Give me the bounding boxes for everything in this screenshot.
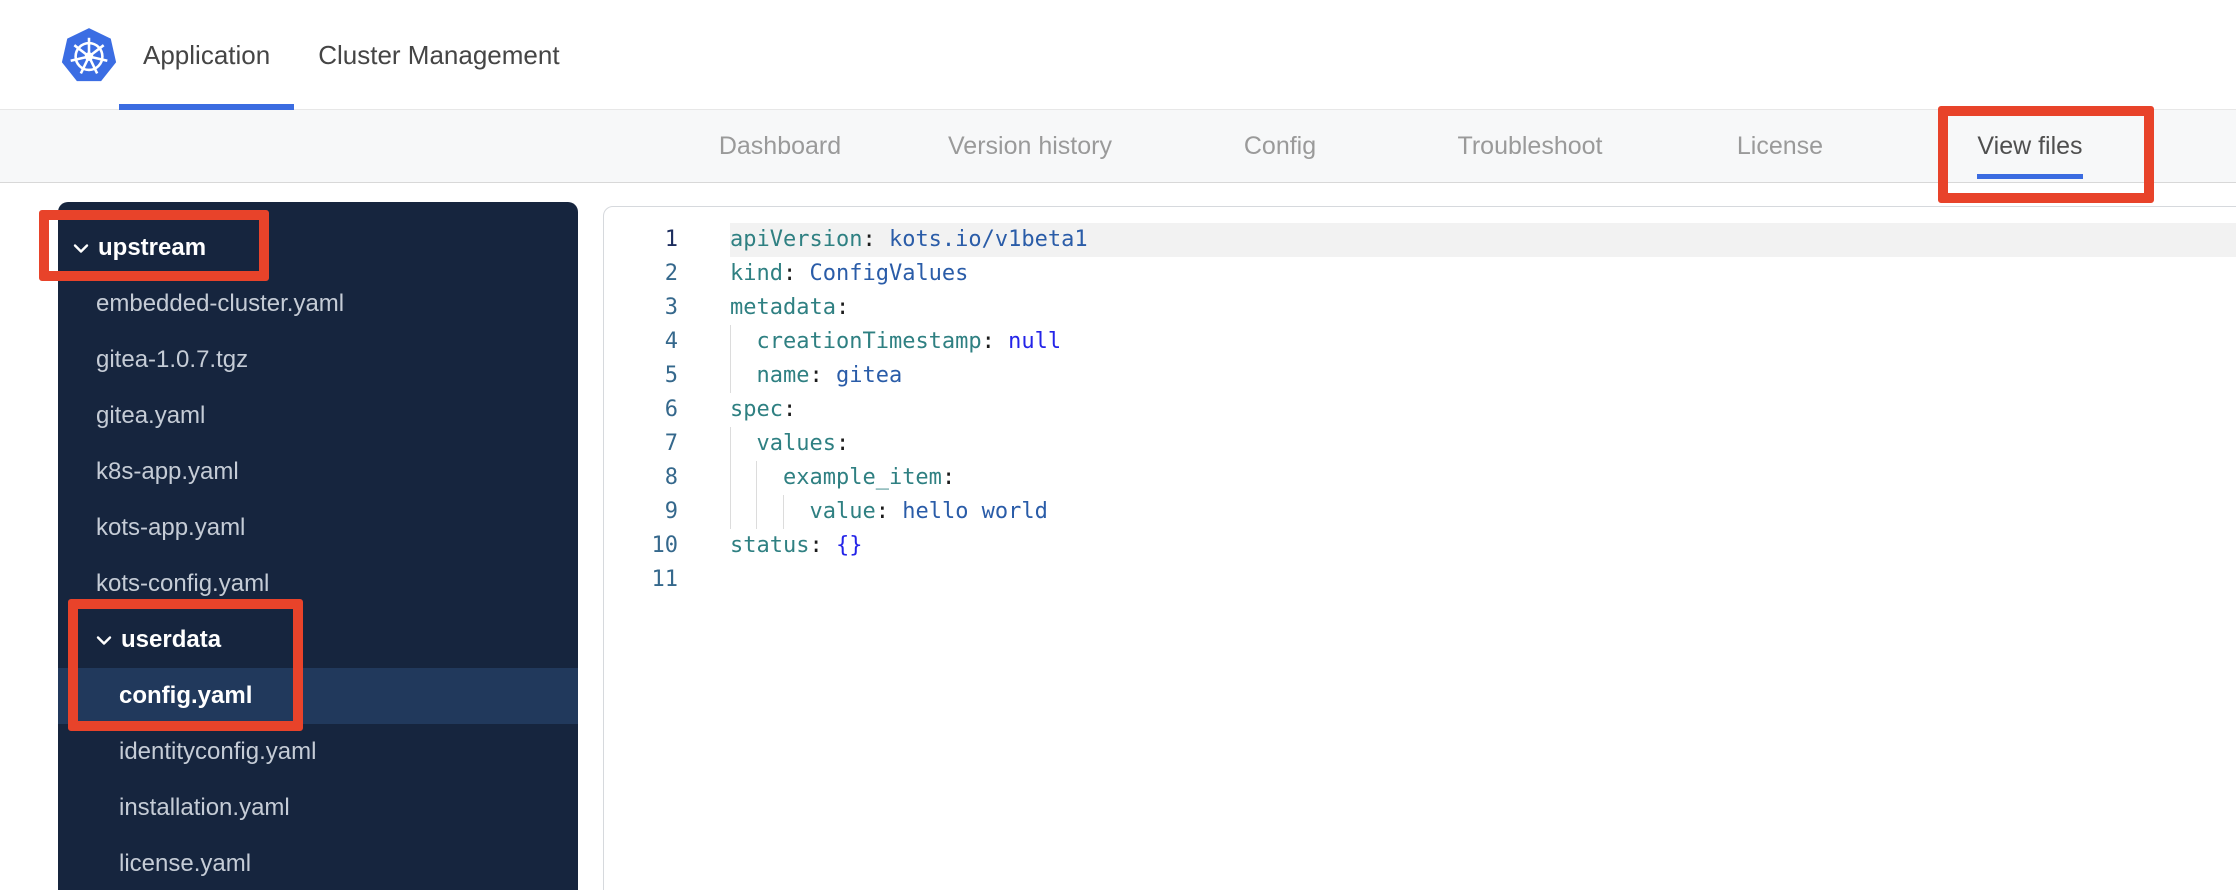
line-number: 6: [664, 397, 678, 422]
chevron-down-icon: [96, 635, 112, 646]
code-text: creationTimestamp: null: [730, 325, 2236, 359]
tree-item-label: gitea-1.0.7.tgz: [96, 346, 249, 373]
code-text: status: {}: [730, 533, 863, 558]
code-line-3: 3 metadata:: [604, 291, 2236, 325]
tree-folder-upstream[interactable]: upstream: [58, 220, 578, 276]
subnav-items: Dashboard Version history Config Trouble…: [655, 110, 2155, 183]
tab-application[interactable]: Application: [119, 0, 295, 110]
code-line-11: 11: [604, 563, 2236, 597]
tree-file-gitea-1.0.7.tgz[interactable]: gitea-1.0.7.tgz: [58, 332, 578, 388]
code-text: name: gitea: [730, 359, 2236, 393]
header-tabs: Application Cluster Management: [119, 0, 584, 110]
code-text: apiVersion: kots.io/v1beta1: [730, 223, 2236, 257]
tree-file-embedded-cluster.yaml[interactable]: embedded-cluster.yaml: [58, 276, 578, 332]
code-line-7: 7 values:: [604, 427, 2236, 461]
line-number: 3: [664, 295, 678, 320]
indent-guide: [730, 359, 731, 393]
tree-item-label: installation.yaml: [119, 794, 290, 821]
tab-application-label: Application: [143, 39, 271, 70]
code-line-6: 6 spec:: [604, 393, 2236, 427]
line-number: 1: [664, 227, 678, 252]
tree-item-label: k8s-app.yaml: [96, 458, 239, 485]
indent-guide: [730, 495, 731, 529]
tree-item-label: gitea.yaml: [96, 402, 206, 429]
indent-guide: [782, 495, 784, 529]
indent-guide: [756, 461, 758, 495]
code-text: example_item:: [730, 461, 2236, 495]
line-number: 10: [651, 533, 679, 558]
subnav-dashboard[interactable]: Dashboard: [655, 132, 905, 161]
tree-file-identityconfig.yaml[interactable]: identityconfig.yaml: [58, 724, 578, 780]
subnav-view-files[interactable]: View files: [1905, 132, 2155, 179]
code-line-1: 1 apiVersion: kots.io/v1beta1: [604, 223, 2236, 257]
tree-item-label: identityconfig.yaml: [119, 738, 317, 765]
tree-file-gitea.yaml[interactable]: gitea.yaml: [58, 388, 578, 444]
yaml-file-viewer[interactable]: 1 apiVersion: kots.io/v1beta1 2 kind: Confi…: [603, 206, 2236, 890]
code-line-2: 2 kind: ConfigValues: [604, 257, 2236, 291]
subnav-version-history[interactable]: Version history: [905, 132, 1155, 161]
code-line-5: 5 name: gitea: [604, 359, 2236, 393]
kubernetes-logo-icon[interactable]: [60, 26, 118, 86]
tree-item-label: kots-app.yaml: [96, 514, 246, 541]
file-tree: upstream embedded-cluster.yaml gitea-1.0.7…: [58, 220, 578, 890]
code-text: values:: [730, 427, 2236, 461]
tab-cluster-management-label: Cluster Management: [318, 39, 560, 70]
subnav-license[interactable]: License: [1655, 132, 1905, 161]
tree-file-config.yaml[interactable]: config.yaml: [58, 668, 578, 724]
tree-file-installation.yaml[interactable]: installation.yaml: [58, 780, 578, 836]
indent-guide: [730, 427, 731, 461]
code-text: metadata:: [730, 295, 850, 320]
app-subnav: Dashboard Version history Config Trouble…: [0, 110, 2236, 183]
header-bar: Application Cluster Management: [0, 0, 2236, 110]
tree-item-label: config.yaml: [119, 682, 253, 709]
code-text: value: hello world: [730, 495, 2236, 529]
line-number: 11: [651, 567, 679, 592]
code-text: spec:: [730, 397, 797, 422]
tree-file-license.yaml[interactable]: license.yaml: [58, 836, 578, 890]
line-number: 5: [664, 363, 678, 388]
line-number: 8: [664, 465, 678, 490]
tree-item-label: embedded-cluster.yaml: [96, 290, 345, 317]
line-number: 9: [664, 499, 678, 524]
subnav-config[interactable]: Config: [1155, 132, 1405, 161]
tree-file-kots-config.yaml[interactable]: kots-config.yaml: [58, 556, 578, 612]
tree-file-k8s-app.yaml[interactable]: k8s-app.yaml: [58, 444, 578, 500]
tree-folder-userdata[interactable]: userdata: [58, 612, 578, 668]
kots-admin-console: Application Cluster Management Dashboard…: [0, 0, 2236, 890]
code-line-9: 9 value: hello world: [604, 495, 2236, 529]
chevron-down-icon: [73, 243, 89, 254]
indent-guide: [730, 461, 731, 495]
indent-guide: [730, 325, 731, 359]
tree-item-label: license.yaml: [119, 850, 252, 877]
tab-cluster-management[interactable]: Cluster Management: [294, 0, 583, 110]
line-number: 4: [664, 329, 678, 354]
code-line-4: 4 creationTimestamp: null: [604, 325, 2236, 359]
code-line-10: 10 status: {}: [604, 529, 2236, 563]
code-lines: 1 apiVersion: kots.io/v1beta1 2 kind: Confi…: [604, 223, 2236, 597]
tree-item-label: kots-config.yaml: [96, 570, 270, 597]
code-text: kind: ConfigValues: [730, 261, 969, 286]
line-number: 7: [664, 431, 678, 456]
line-number: 2: [664, 261, 678, 286]
indent-guide: [756, 495, 758, 529]
tree-file-kots-app.yaml[interactable]: kots-app.yaml: [58, 500, 578, 556]
tree-item-label: upstream: [98, 234, 207, 261]
file-tree-sidebar: upstream embedded-cluster.yaml gitea-1.0.7…: [58, 202, 578, 890]
subnav-troubleshoot[interactable]: Troubleshoot: [1405, 132, 1655, 161]
code-line-8: 8 example_item:: [604, 461, 2236, 495]
tree-item-label: userdata: [121, 626, 222, 653]
